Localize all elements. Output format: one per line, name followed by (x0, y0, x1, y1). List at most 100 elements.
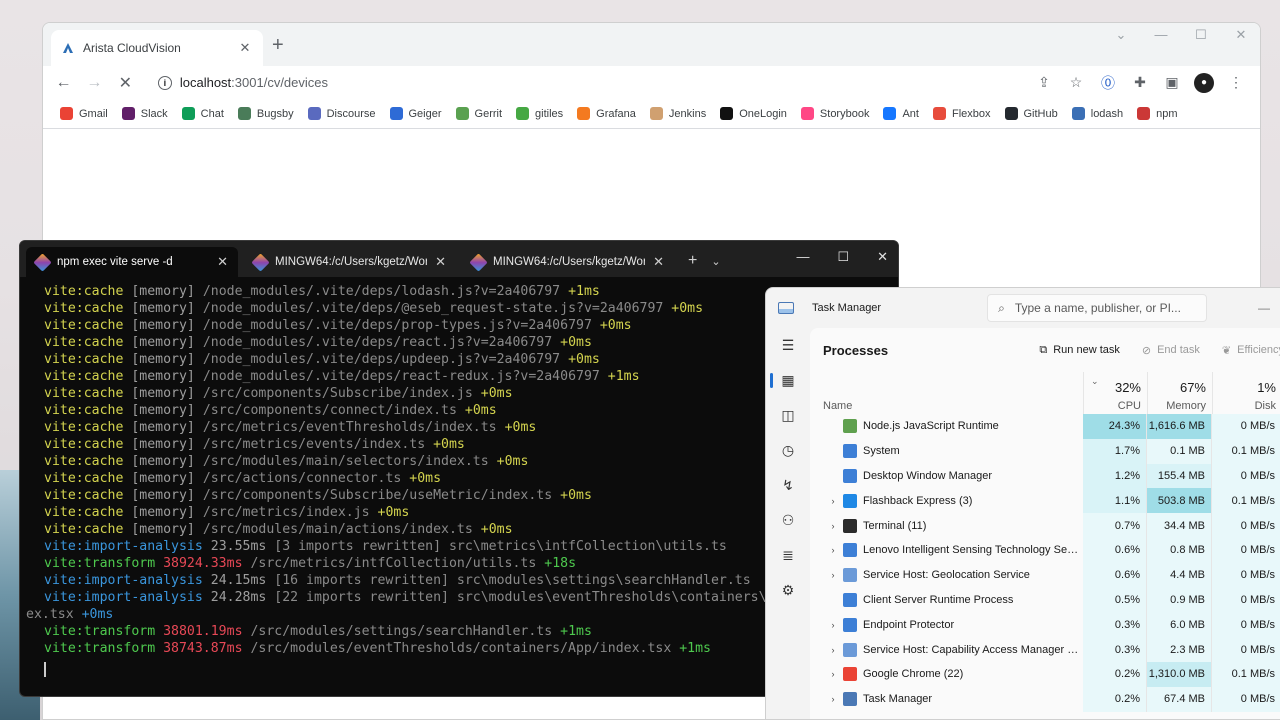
process-row[interactable]: › Task Manager 0.2% 67.4 MB 0 MB/s (810, 686, 1280, 712)
terminal-tab-3[interactable]: MINGW64:/c/Users/kgetz/Wor ✕ (462, 247, 674, 277)
terminal-new-tab-button[interactable]: + (674, 252, 707, 277)
bookmark-jenkins[interactable]: Jenkins (643, 107, 713, 120)
bookmark-gmail[interactable]: Gmail (53, 107, 115, 120)
minimize-icon[interactable]: — (1150, 27, 1172, 43)
terminal-tab-2[interactable]: MINGW64:/c/Users/kgetz/Wor ✕ (244, 247, 456, 277)
process-row[interactable]: › Flashback Express (3) 1.1% 503.8 MB 0.1 MB… (810, 488, 1280, 514)
minimize-icon[interactable]: — (1258, 301, 1280, 315)
extensions-puzzle-icon[interactable]: ✚ (1130, 73, 1150, 93)
forward-arrow-icon[interactable]: → (82, 70, 107, 96)
expand-chevron-icon[interactable]: › (823, 620, 843, 630)
column-cpu[interactable]: 32% CPU (1083, 372, 1147, 414)
process-row[interactable]: Desktop Window Manager 1.2% 155.4 MB 0 MB/s (810, 463, 1280, 489)
log-memory: [memory] (131, 386, 195, 401)
log-path: /src/modules/main/actions/index.ts (202, 522, 473, 537)
bookmark-npm[interactable]: npm (1130, 107, 1184, 120)
bookmark-geiger[interactable]: Geiger (383, 107, 449, 120)
performance-nav-icon[interactable]: ◫ (766, 398, 810, 433)
expand-chevron-icon[interactable]: › (823, 570, 843, 580)
column-disk[interactable]: 1% Disk (1212, 372, 1280, 414)
tab-close-icon[interactable]: ✕ (237, 40, 253, 56)
processes-nav-icon[interactable]: ▦ (766, 363, 810, 398)
log-tag: vite:cache (44, 505, 124, 520)
process-row[interactable]: › Service Host: Geolocation Service 0.6% 4.… (810, 562, 1280, 588)
search-icon: ⌕ (998, 300, 1005, 315)
expand-chevron-icon[interactable]: › (823, 645, 843, 655)
details-nav-icon[interactable]: ≣ (766, 538, 810, 573)
bookmark-bugsby[interactable]: Bugsby (231, 107, 301, 120)
minimize-icon[interactable]: — (796, 249, 809, 265)
efficiency-button[interactable]: ❦ Efficiency (1222, 344, 1280, 357)
terminal-tab-close-icon[interactable]: ✕ (653, 254, 664, 270)
close-window-icon[interactable]: ✕ (877, 249, 888, 265)
log-time: +0ms (480, 522, 513, 537)
password-manager-icon[interactable]: ⓪ (1098, 73, 1118, 93)
process-icon (843, 617, 857, 632)
expand-chevron-icon[interactable]: › (823, 669, 843, 679)
process-row[interactable]: System 1.7% 0.1 MB 0.1 MB/s (810, 438, 1280, 464)
expand-chevron-icon[interactable]: › (823, 694, 843, 704)
bookmark-chat[interactable]: Chat (175, 107, 231, 120)
run-new-task-button[interactable]: ⧉ Run new task (1039, 344, 1120, 357)
bookmark-gerrit[interactable]: Gerrit (449, 107, 510, 120)
log-time: +0ms (464, 403, 497, 418)
stop-loading-icon[interactable]: ✕ (113, 70, 138, 96)
startup-apps-nav-icon[interactable]: ↯ (766, 468, 810, 503)
expand-chevron-icon[interactable]: › (823, 496, 843, 506)
process-mem-value: 67.4 MB (1147, 686, 1212, 712)
address-bar[interactable]: i localhost:3001/cv/devices (147, 68, 1028, 97)
url-host: localhost (179, 75, 232, 90)
profile-avatar[interactable]: ● (1194, 72, 1214, 93)
chrome-tab-active[interactable]: Arista CloudVision ✕ (51, 30, 263, 66)
back-arrow-icon[interactable]: ← (51, 70, 76, 96)
terminal-tab-close-icon[interactable]: ✕ (217, 254, 228, 270)
process-row[interactable]: › Terminal (11) 0.7% 34.4 MB 0 MB/s (810, 513, 1280, 538)
terminal-tab-1[interactable]: npm exec vite serve -d ✕ (26, 247, 238, 277)
process-row[interactable]: › Lenovo Intelligent Sensing Technology S… (810, 537, 1280, 563)
process-row[interactable]: Node.js JavaScript Runtime 24.3% 1,616.6 M… (810, 414, 1280, 439)
end-task-button[interactable]: ⊘ End task (1142, 344, 1200, 357)
share-icon[interactable]: ⇪ (1034, 73, 1054, 93)
log-memory: [memory] (131, 352, 195, 367)
hamburger-menu-icon[interactable]: ☰ (766, 328, 810, 363)
terminal-tab-close-icon[interactable]: ✕ (435, 254, 446, 270)
users-nav-icon[interactable]: ⚇ (766, 503, 810, 538)
bookmark-star-icon[interactable]: ☆ (1066, 73, 1086, 93)
process-row[interactable]: › Service Host: Capability Access Manager… (810, 637, 1280, 662)
bookmark-grafana[interactable]: Grafana (570, 107, 643, 120)
process-disk-value: 0 MB/s (1212, 414, 1280, 439)
bookmark-gitiles[interactable]: gitiles (509, 107, 570, 120)
bookmark-flexbox[interactable]: Flexbox (926, 107, 998, 120)
process-mem-value: 503.8 MB (1147, 488, 1212, 514)
cpu-total: 32% (1114, 380, 1141, 395)
app-history-nav-icon[interactable]: ◷ (766, 433, 810, 468)
close-window-icon[interactable]: ✕ (1230, 27, 1252, 43)
bookmark-github[interactable]: GitHub (998, 107, 1065, 120)
bookmark-discourse[interactable]: Discourse (301, 107, 383, 120)
bookmark-storybook[interactable]: Storybook (794, 107, 877, 120)
expand-chevron-icon[interactable]: › (823, 521, 843, 531)
side-panel-icon[interactable]: ▣ (1162, 73, 1182, 93)
column-name[interactable]: Name (810, 372, 1083, 414)
task-manager-title: Task Manager (812, 302, 882, 314)
expand-chevron-icon[interactable]: › (823, 545, 843, 555)
new-tab-button[interactable]: + (272, 35, 284, 55)
bookmark-onelogin[interactable]: OneLogin (713, 107, 794, 120)
terminal-dropdown-icon[interactable]: ⌄ (707, 255, 728, 277)
maximize-icon[interactable]: ☐ (1190, 27, 1212, 43)
log-time: +0ms (377, 505, 410, 520)
process-row[interactable]: › Google Chrome (22) 0.2% 1,310.0 MB 0.1 MB/… (810, 661, 1280, 687)
bookmark-ant[interactable]: Ant (876, 107, 926, 120)
bookmark-lodash[interactable]: lodash (1065, 107, 1130, 120)
process-search-input[interactable]: ⌕ Type a name, publisher, or PI... (987, 294, 1208, 322)
maximize-icon[interactable]: ☐ (837, 249, 849, 265)
chevron-down-icon[interactable]: ⌄ (1110, 27, 1132, 43)
services-nav-icon[interactable]: ⚙ (766, 573, 810, 608)
process-row[interactable]: › Endpoint Protector 0.3% 6.0 MB 0 MB/s (810, 612, 1280, 638)
process-row[interactable]: Client Server Runtime Process 0.5% 0.9 MB 0… (810, 587, 1280, 613)
slack-icon (121, 107, 135, 120)
more-menu-icon[interactable]: ⋮ (1226, 73, 1246, 93)
column-memory[interactable]: 67% Memory (1147, 372, 1212, 414)
bookmark-slack[interactable]: Slack (115, 107, 175, 120)
site-info-icon[interactable]: i (157, 75, 172, 90)
